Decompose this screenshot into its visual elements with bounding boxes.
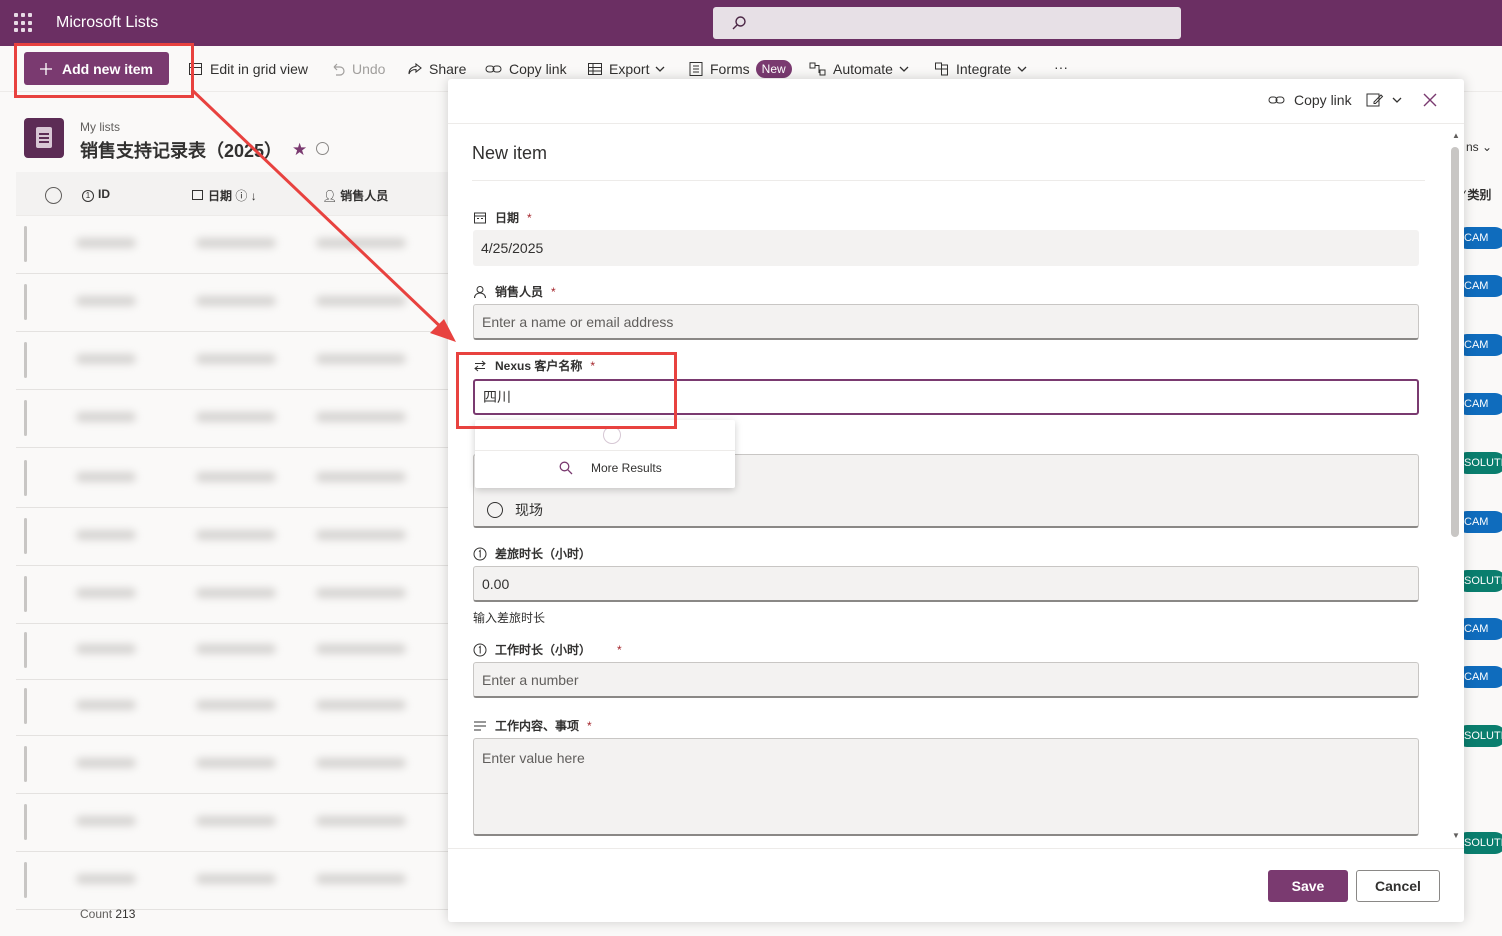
annotation-arrow [190, 88, 456, 342]
